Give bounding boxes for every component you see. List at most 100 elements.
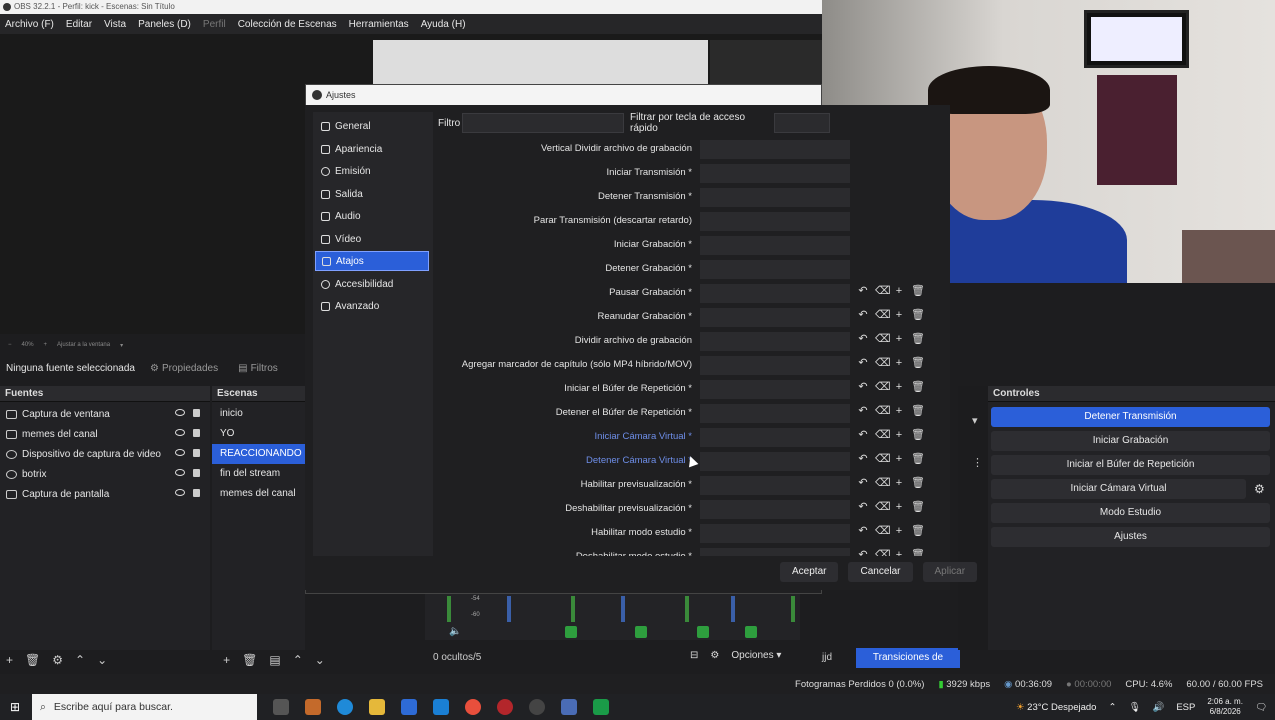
- revert-icon[interactable]: ↶: [857, 453, 869, 465]
- revert-icon[interactable]: ↶: [857, 405, 869, 417]
- clear-icon[interactable]: ⌫: [875, 405, 891, 417]
- cancel-button[interactable]: Cancelar: [848, 562, 913, 582]
- filters-button[interactable]: ▤ Filtros: [228, 363, 288, 374]
- scene-transitions-button[interactable]: Transiciones de escena: [856, 648, 960, 683]
- trash-icon[interactable]: 🗑: [911, 549, 925, 556]
- revert-icon[interactable]: ↶: [857, 501, 869, 513]
- windows-start-icon[interactable]: ⊞: [10, 700, 20, 714]
- volume-icon[interactable]: 🔊: [1153, 702, 1165, 713]
- clear-icon[interactable]: ⌫: [875, 285, 891, 297]
- chevron-down-icon[interactable]: ▾: [120, 342, 123, 349]
- category-accesibilidad[interactable]: Accesibilidad: [315, 274, 429, 294]
- clear-icon[interactable]: ⌫: [875, 453, 891, 465]
- hotkey-input[interactable]: [700, 548, 850, 556]
- add-icon[interactable]: +: [893, 525, 905, 537]
- add-scene-icon[interactable]: +: [223, 653, 230, 667]
- clear-icon[interactable]: ⌫: [875, 333, 891, 345]
- add-icon[interactable]: +: [893, 453, 905, 465]
- category-apariencia[interactable]: Apariencia: [315, 139, 429, 159]
- source-item[interactable]: Captura de ventana: [0, 404, 210, 424]
- scene-item[interactable]: fin del stream: [212, 464, 305, 484]
- studio-mode-button[interactable]: Modo Estudio: [991, 503, 1270, 523]
- clear-icon[interactable]: ⌫: [875, 501, 891, 513]
- eye-icon[interactable]: [175, 449, 185, 456]
- hotkey-input[interactable]: [700, 500, 850, 519]
- clear-icon[interactable]: ⌫: [875, 549, 891, 556]
- add-icon[interactable]: +: [893, 429, 905, 441]
- arrow-down-icon[interactable]: ⌄: [97, 653, 107, 667]
- stop-streaming-button[interactable]: Detener Transmisión: [991, 407, 1270, 427]
- trash-icon[interactable]: 🗑: [911, 525, 925, 537]
- options-button[interactable]: Opciones ▾: [731, 650, 781, 661]
- zoom-minus-button[interactable]: −: [8, 342, 12, 348]
- zoom-fit[interactable]: Ajustar a la ventana: [57, 342, 110, 348]
- menu-herramientas[interactable]: Herramientas: [349, 19, 409, 30]
- taskbar-search[interactable]: ⌕ Escribe aquí para buscar.: [32, 694, 257, 720]
- revert-icon[interactable]: ↶: [857, 429, 869, 441]
- layout-icon[interactable]: ⊟: [690, 650, 698, 661]
- trash-icon[interactable]: 🗑: [911, 453, 925, 465]
- lock-icon[interactable]: [193, 409, 200, 417]
- add-source-icon[interactable]: +: [6, 653, 13, 667]
- excel-icon[interactable]: [593, 699, 609, 715]
- hotkey-input[interactable]: [700, 380, 850, 399]
- hotkey-input[interactable]: [700, 476, 850, 495]
- edge-icon[interactable]: [337, 699, 353, 715]
- arrow-up-icon[interactable]: ⌃: [293, 653, 303, 667]
- category-emision[interactable]: Emisión: [315, 161, 429, 181]
- clear-icon[interactable]: ⌫: [875, 477, 891, 489]
- add-icon[interactable]: +: [893, 549, 905, 556]
- category-video[interactable]: Vídeo: [315, 229, 429, 249]
- filter-icon[interactable]: ▤: [269, 653, 280, 667]
- start-recording-button[interactable]: Iniciar Grabación: [991, 431, 1270, 451]
- file-explorer-icon[interactable]: [369, 699, 385, 715]
- hotkey-input[interactable]: [700, 164, 850, 183]
- app-icon[interactable]: [497, 699, 513, 715]
- lock-icon[interactable]: [193, 429, 200, 437]
- clear-icon[interactable]: ⌫: [875, 357, 891, 369]
- add-icon[interactable]: +: [893, 285, 905, 297]
- lock-icon[interactable]: [193, 469, 200, 477]
- hotkey-filter-input[interactable]: [774, 113, 830, 133]
- trash-icon[interactable]: 🗑: [911, 405, 925, 417]
- hotkey-input[interactable]: [700, 452, 850, 471]
- chrome-icon[interactable]: [465, 699, 481, 715]
- chevron-up-icon[interactable]: ⌃: [1108, 702, 1116, 713]
- menu-perfil[interactable]: Perfil: [203, 19, 226, 30]
- scene-item[interactable]: inicio: [212, 404, 305, 424]
- trash-icon[interactable]: 🗑: [242, 653, 257, 667]
- menu-editar[interactable]: Editar: [66, 19, 92, 30]
- ok-button[interactable]: Aceptar: [780, 562, 839, 582]
- category-salida[interactable]: Salida: [315, 184, 429, 204]
- trash-icon[interactable]: 🗑: [911, 333, 925, 345]
- revert-icon[interactable]: ↶: [857, 309, 869, 321]
- revert-icon[interactable]: ↶: [857, 285, 869, 297]
- clear-icon[interactable]: ⌫: [875, 381, 891, 393]
- hotkey-input[interactable]: [700, 404, 850, 423]
- category-atajos[interactable]: Atajos: [315, 251, 429, 271]
- trash-icon[interactable]: 🗑: [911, 381, 925, 393]
- hotkey-input[interactable]: [700, 236, 850, 255]
- trash-icon[interactable]: 🗑: [911, 477, 925, 489]
- trash-icon[interactable]: 🗑: [911, 501, 925, 513]
- eye-icon[interactable]: [175, 469, 185, 476]
- menu-ayuda[interactable]: Ayuda (H): [421, 19, 466, 30]
- revert-icon[interactable]: ↶: [857, 381, 869, 393]
- headphones-icon[interactable]: [565, 626, 577, 638]
- hotkey-input[interactable]: [700, 428, 850, 447]
- source-item[interactable]: Dispositivo de captura de video: [0, 444, 210, 464]
- task-view-icon[interactable]: [273, 699, 289, 715]
- weather[interactable]: ☀ 23°C Despejado: [1016, 702, 1096, 713]
- start-replay-buffer-button[interactable]: Iniciar el Búfer de Repetición: [991, 455, 1270, 475]
- hotkey-input[interactable]: [700, 332, 850, 351]
- chevron-down-icon[interactable]: ▾: [972, 414, 978, 427]
- gear-icon[interactable]: ⚙: [1254, 482, 1265, 496]
- revert-icon[interactable]: ↶: [857, 477, 869, 489]
- add-icon[interactable]: +: [893, 501, 905, 513]
- scene-item[interactable]: memes del canal: [212, 484, 305, 504]
- revert-icon[interactable]: ↶: [857, 357, 869, 369]
- more-vertical-icon[interactable]: ⋮: [972, 456, 983, 469]
- obs-icon[interactable]: [529, 699, 545, 715]
- hotkey-input[interactable]: [700, 260, 850, 279]
- properties-button[interactable]: ⚙ Propiedades: [140, 363, 228, 374]
